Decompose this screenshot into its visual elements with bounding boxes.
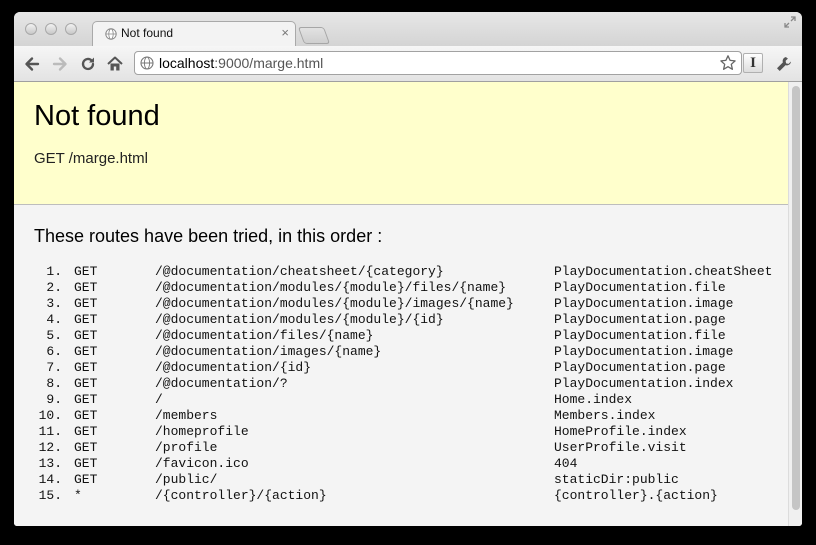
scrollbar[interactable] (788, 82, 802, 526)
route-action: staticDir:public (554, 472, 679, 487)
route-number: 5. (46, 328, 62, 343)
route-path: /{controller}/{action} (155, 488, 327, 503)
scrollbar-thumb[interactable] (792, 86, 800, 510)
route-action: UserProfile.visit (554, 440, 687, 455)
route-number: 4. (46, 312, 62, 327)
route-path: /homeprofile (155, 424, 249, 439)
route-action: PlayDocumentation.image (554, 296, 734, 311)
route-method: GET (74, 360, 98, 375)
route-action: PlayDocumentation.page (554, 312, 726, 327)
route-path: /favicon.ico (155, 456, 249, 471)
route-method: GET (74, 440, 98, 455)
route-action: Home.index (554, 392, 633, 407)
route-number: 2. (46, 280, 62, 295)
route-number: 14. (38, 472, 62, 487)
route-number: 6. (46, 344, 62, 359)
route-path: /profile (155, 440, 218, 455)
route-method: GET (74, 264, 98, 279)
route-number: 7. (46, 360, 62, 375)
url-path: :9000/marge.html (214, 55, 324, 71)
route-action: Members.index (554, 408, 656, 423)
extension-button[interactable]: I (743, 53, 763, 73)
route-number: 15. (38, 488, 62, 503)
route-method: GET (74, 312, 98, 327)
globe-icon (140, 56, 154, 70)
route-number: 13. (38, 456, 62, 471)
back-arrow-icon[interactable] (23, 55, 41, 73)
route-path: /@documentation/? (155, 376, 288, 391)
route-number: 3. (46, 296, 62, 311)
route-path: /@documentation/modules/{module}/files/{… (155, 280, 507, 295)
route-action: HomeProfile.index (554, 424, 687, 439)
route-method: GET (74, 296, 98, 311)
globe-icon (105, 28, 117, 40)
route-path: /public/ (155, 472, 218, 487)
close-window-button[interactable] (25, 23, 37, 35)
url-host: localhost (159, 55, 215, 71)
route-path: / (155, 392, 163, 407)
route-action: PlayDocumentation.index (554, 376, 734, 391)
route-method: GET (74, 392, 98, 407)
tab-strip: Not found × (14, 12, 802, 47)
route-path: /@documentation/{id} (155, 360, 312, 375)
route-path: /@documentation/modules/{module}/{id} (155, 312, 444, 327)
route-path: /@documentation/images/{name} (155, 344, 382, 359)
browser-window: Not found × localhost:9000/marge.html I … (14, 12, 802, 526)
route-method: GET (74, 456, 98, 471)
route-path: /@documentation/cheatsheet/{category} (155, 264, 444, 279)
route-method: GET (74, 328, 98, 343)
route-action: PlayDocumentation.page (554, 360, 726, 375)
wrench-icon[interactable] (775, 55, 793, 73)
routes-heading: These routes have been tried, in this or… (34, 226, 383, 246)
route-action: PlayDocumentation.cheatSheet (554, 264, 773, 279)
route-action: PlayDocumentation.file (554, 280, 726, 295)
route-number: 9. (46, 392, 62, 407)
request-line: GET /marge.html (34, 150, 148, 167)
minimize-window-button[interactable] (45, 23, 57, 35)
tab-not-found[interactable]: Not found × (92, 21, 296, 47)
forward-arrow-icon[interactable] (51, 55, 69, 73)
new-tab-button[interactable] (297, 27, 331, 44)
fullscreen-icon[interactable] (783, 15, 797, 29)
route-method: GET (74, 424, 98, 439)
route-action: PlayDocumentation.image (554, 344, 734, 359)
route-method: GET (74, 280, 98, 295)
close-icon[interactable]: × (281, 25, 289, 40)
tab-title: Not found (121, 26, 174, 40)
route-path: /@documentation/modules/{module}/images/… (155, 296, 514, 311)
error-banner: Not found GET /marge.html (14, 82, 788, 205)
route-action: 404 (554, 456, 578, 471)
url-text: localhost:9000/marge.html (159, 55, 323, 71)
home-icon[interactable] (106, 55, 124, 73)
address-bar[interactable]: localhost:9000/marge.html (134, 51, 742, 75)
route-number: 8. (46, 376, 62, 391)
page-content: Not found GET /marge.html These routes h… (14, 82, 788, 526)
route-method: GET (74, 344, 98, 359)
route-action: {controller}.{action} (554, 488, 718, 503)
route-number: 12. (38, 440, 62, 455)
route-method: GET (74, 408, 98, 423)
star-icon[interactable] (719, 54, 737, 72)
route-method: GET (74, 472, 98, 487)
route-method: GET (74, 376, 98, 391)
toolbar: localhost:9000/marge.html I (14, 46, 802, 82)
route-path: /@documentation/files/{name} (155, 328, 374, 343)
route-number: 11. (38, 424, 62, 439)
reload-icon[interactable] (79, 55, 97, 73)
route-method: * (74, 488, 82, 503)
route-number: 1. (46, 264, 62, 279)
route-path: /members (155, 408, 218, 423)
route-action: PlayDocumentation.file (554, 328, 726, 343)
zoom-window-button[interactable] (65, 23, 77, 35)
route-number: 10. (38, 408, 62, 423)
page-title: Not found (34, 100, 160, 132)
